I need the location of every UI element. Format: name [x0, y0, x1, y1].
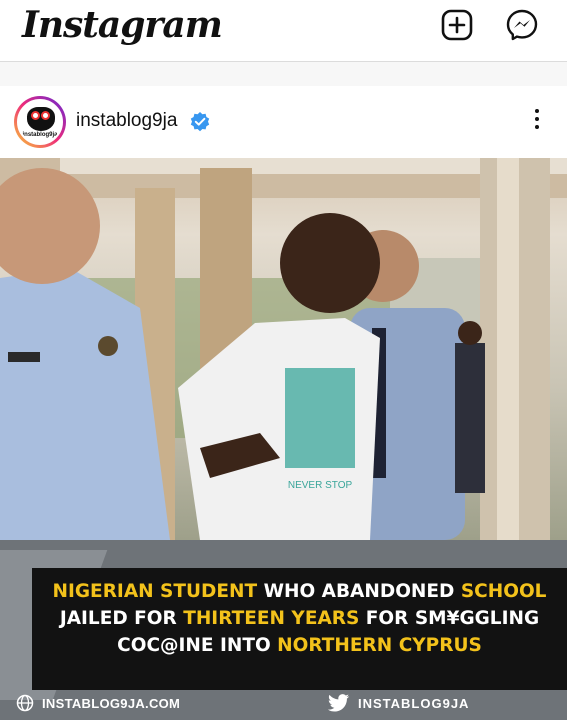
avatar-brand-text: instablog9ja [22, 132, 58, 138]
owl-eye-left [31, 111, 40, 120]
globe-icon [16, 694, 34, 712]
app-header: Instagram [0, 0, 567, 62]
feed-separator [0, 62, 567, 86]
post-image[interactable]: NEVER STOP [0, 158, 567, 540]
twitter-bird-icon [328, 694, 349, 712]
owl-logo-icon [27, 107, 55, 131]
add-post-icon[interactable] [440, 8, 474, 42]
avatar-image: instablog9ja [17, 99, 63, 145]
more-options-icon[interactable] [525, 106, 549, 136]
owl-eye-right [41, 111, 50, 120]
instagram-logo[interactable]: Instagram [22, 4, 223, 46]
post-photo-illustration: NEVER STOP [0, 158, 567, 540]
caption-segment: NORTHERN CYPRUS [277, 635, 482, 656]
post-caption: NIGERIAN STUDENT WHO ABANDONED SCHOOL JA… [32, 568, 567, 690]
website-text: INSTABLOG9JA.COM [42, 695, 181, 711]
avatar[interactable]: instablog9ja [14, 96, 66, 148]
caption-segment: SCHOOL [460, 581, 547, 602]
post-username[interactable]: instablog9ja [76, 110, 177, 132]
twitter-link[interactable]: INSTABLOG9JA [328, 694, 469, 712]
messenger-icon[interactable] [505, 8, 539, 42]
verified-badge-icon [190, 112, 210, 132]
caption-segment: WHO ABANDONED [257, 581, 461, 602]
caption-segment: THIRTEEN YEARS [183, 608, 360, 629]
post-header: instablog9ja instablog9ja [0, 86, 567, 158]
caption-segment: NIGERIAN STUDENT [52, 581, 258, 602]
website-link[interactable]: INSTABLOG9JA.COM [16, 694, 180, 712]
twitter-handle-text: INSTABLOG9JA [358, 695, 470, 711]
shirt-print-text: NEVER STOP [288, 480, 353, 491]
post-footer-strip: INSTABLOG9JA.COM INSTABLOG9JA [0, 690, 567, 720]
caption-segment: JAILED FOR [59, 608, 184, 629]
